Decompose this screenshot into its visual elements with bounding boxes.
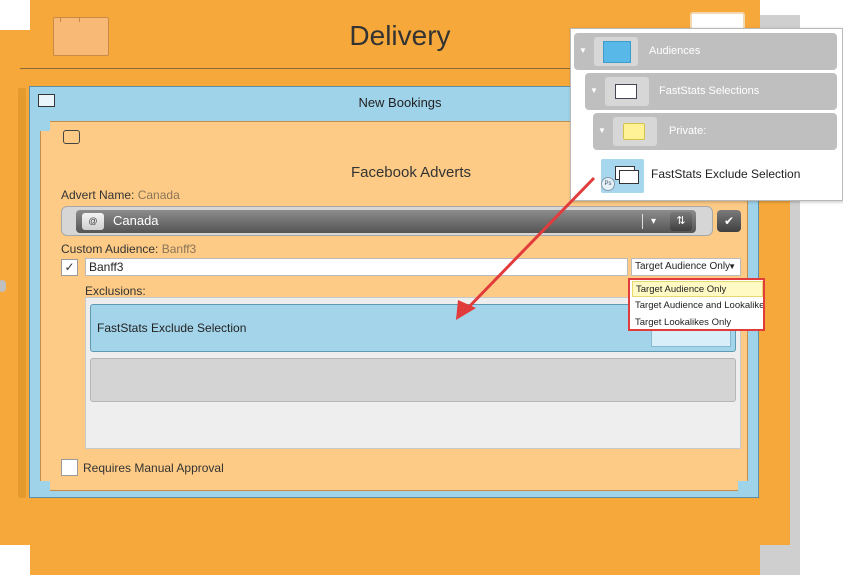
exclusions-label: Exclusions:	[85, 284, 146, 298]
chevron-down-icon: ▼	[728, 262, 736, 271]
confirm-button[interactable]: ✔	[717, 210, 741, 232]
selection-icon[interactable]: Ps	[601, 159, 644, 193]
target-dropdown-list: Target Audience Only Target Audience and…	[628, 278, 765, 331]
expand-icon[interactable]: ▼	[598, 126, 606, 135]
tree-node-label: Audiences	[649, 45, 701, 57]
advert-name-value: Canada	[137, 188, 180, 202]
selection-icon	[605, 77, 649, 106]
custom-audience-value: Banff3	[161, 242, 197, 256]
manual-approval-label: Requires Manual Approval	[83, 461, 224, 475]
tree-node-audiences[interactable]: ▼ Audiences	[574, 33, 837, 70]
window-icon	[38, 94, 55, 107]
tree-node-leaf[interactable]: FastStats Exclude Selection	[651, 167, 800, 181]
expand-icon[interactable]: ▼	[579, 46, 587, 55]
custom-audience-checkbox[interactable]: ✓	[61, 259, 78, 276]
refresh-icon[interactable]: ⇅	[670, 212, 692, 231]
custom-audience-label: Custom Audience: Banff3	[61, 242, 196, 256]
folder-icon	[53, 17, 109, 56]
custom-audience-label-text: Custom Audience:	[61, 242, 159, 256]
audience-icon	[594, 37, 638, 66]
tree-node-label: FastStats Selections	[659, 85, 760, 97]
faststats-badge: Ps	[601, 177, 615, 191]
tree-node-faststats-selections[interactable]: ▼ FastStats Selections	[585, 73, 837, 110]
audience-input[interactable]: Banff3	[85, 258, 628, 276]
advert-name-combo[interactable]: @ Canada ▾ ⇅	[76, 210, 696, 233]
dropdown-option[interactable]: Target Audience Only	[632, 281, 763, 297]
dropdown-option[interactable]: Target Audience and Lookalikes	[632, 298, 763, 314]
at-icon[interactable]: @	[82, 213, 104, 230]
selection-thumbnail-icon	[651, 329, 731, 347]
exclusion-item-label: FastStats Exclude Selection	[97, 321, 247, 335]
card-icon	[63, 130, 80, 144]
chevron-down-icon[interactable]: ▾	[642, 214, 664, 229]
audience-tree: ▼ Audiences ▼ FastStats Selections ▼ Pri…	[570, 28, 843, 201]
drop-placeholder[interactable]	[90, 358, 736, 402]
left-rail	[18, 88, 26, 498]
advert-name-label-text: Advert Name:	[61, 188, 135, 202]
target-select[interactable]: Target Audience Only ▼	[631, 258, 741, 276]
tree-node-label: Private:	[669, 125, 707, 137]
manual-approval-checkbox[interactable]	[61, 459, 78, 476]
combo-value: Canada	[113, 213, 159, 228]
folder-icon	[613, 117, 657, 146]
booking-title: New Bookings	[358, 95, 442, 110]
advert-name-label: Advert Name: Canada	[61, 188, 180, 202]
splitter-handle[interactable]	[0, 280, 6, 292]
dropdown-option[interactable]: Target Lookalikes Only	[632, 315, 763, 331]
card-title: Facebook Adverts	[350, 164, 472, 181]
tree-node-private[interactable]: ▼ Private:	[593, 113, 837, 150]
page-title: Delivery	[349, 20, 451, 51]
target-select-value: Target Audience Only	[635, 261, 731, 272]
advert-name-combo-frame: @ Canada ▾ ⇅	[61, 206, 713, 236]
expand-icon[interactable]: ▼	[590, 86, 598, 95]
